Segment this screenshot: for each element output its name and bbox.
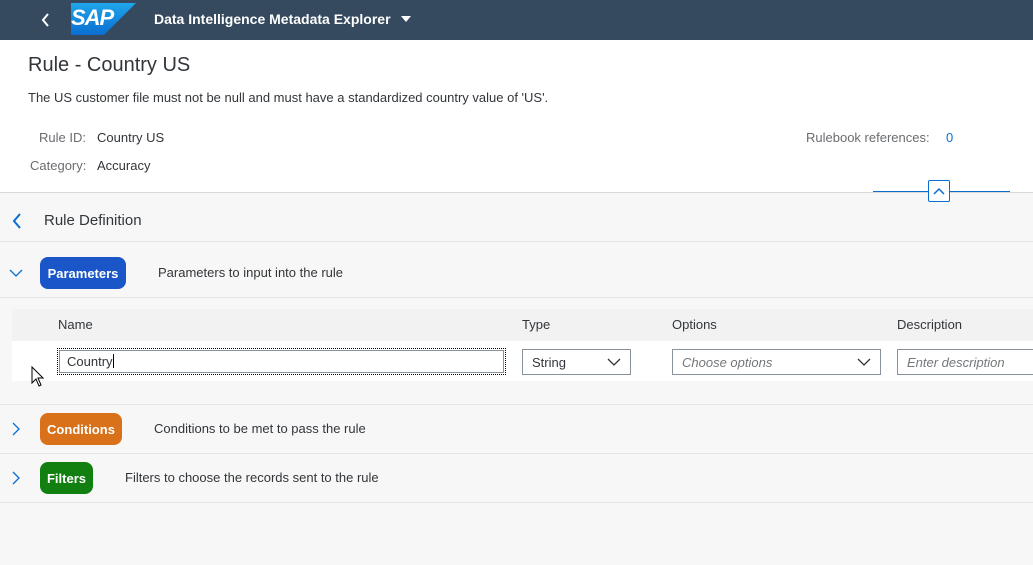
description-input[interactable]: Enter description: [897, 349, 1033, 375]
category-value: Accuracy: [97, 158, 151, 173]
conditions-description: Conditions to be met to pass the rule: [154, 421, 366, 436]
object-header: Rule - Country US The US customer file m…: [0, 40, 1033, 202]
mouse-pointer-icon: [31, 366, 45, 387]
shell-bar: SAP Data Intelligence Metadata Explorer: [0, 0, 1033, 40]
options-placeholder: Choose options: [682, 355, 773, 370]
rulebook-references-link[interactable]: 0: [946, 130, 953, 145]
text-caret: [112, 354, 114, 368]
section-title: Rule Definition: [44, 212, 142, 229]
parameter-name-input[interactable]: Country: [57, 348, 506, 375]
caret-down-icon[interactable]: [400, 15, 412, 23]
back-button[interactable]: [34, 8, 58, 32]
type-select[interactable]: String: [522, 349, 631, 375]
rule-id-value: Country US: [97, 130, 165, 145]
chevron-up-icon: [933, 187, 945, 195]
parameters-description: Parameters to input into the rule: [158, 265, 343, 280]
rulebook-references-label: Rulebook references:: [806, 130, 930, 145]
column-header-type[interactable]: Type: [522, 317, 550, 332]
rule-definition-bar: Rule Definition: [0, 200, 1033, 242]
parameters-table: Name Type Options Description Country St…: [12, 309, 1033, 381]
page-title: Rule - Country US: [28, 54, 191, 76]
collapse-line-right: [950, 191, 1010, 192]
conditions-pill[interactable]: Conditions: [40, 413, 122, 445]
chevron-right-icon[interactable]: [11, 422, 21, 436]
rule-id-label: Rule ID:: [39, 130, 86, 145]
divider: [0, 502, 1033, 503]
column-header-name[interactable]: Name: [58, 317, 93, 332]
description-placeholder: Enter description: [907, 355, 1005, 370]
column-header-options[interactable]: Options: [672, 317, 717, 332]
sap-logo-text: SAP: [71, 5, 114, 30]
collapse-line-left: [873, 191, 928, 192]
sap-logo[interactable]: SAP: [71, 3, 136, 35]
divider: [0, 297, 1033, 298]
collapse-header-button[interactable]: [928, 180, 950, 202]
parameters-pill[interactable]: Parameters: [40, 257, 126, 289]
table-header: Name Type Options Description: [12, 309, 1033, 341]
chevron-left-icon: [41, 13, 49, 27]
filters-pill[interactable]: Filters: [40, 462, 93, 494]
page-description: The US customer file must not be null an…: [28, 90, 549, 105]
chevron-down-icon: [607, 358, 621, 366]
chevron-left-icon[interactable]: [12, 213, 22, 229]
app-title[interactable]: Data Intelligence Metadata Explorer: [154, 11, 391, 27]
category-label: Category:: [30, 158, 87, 173]
filters-description: Filters to choose the records sent to th…: [125, 470, 379, 485]
type-select-value: String: [532, 355, 566, 370]
divider: [0, 453, 1033, 454]
chevron-right-icon[interactable]: [11, 471, 21, 485]
parameter-name-value: Country: [67, 354, 113, 369]
chevron-down-icon: [857, 358, 871, 366]
options-select[interactable]: Choose options: [672, 349, 881, 375]
column-header-description[interactable]: Description: [897, 317, 962, 332]
divider: [0, 404, 1033, 405]
chevron-down-icon[interactable]: [9, 268, 23, 278]
